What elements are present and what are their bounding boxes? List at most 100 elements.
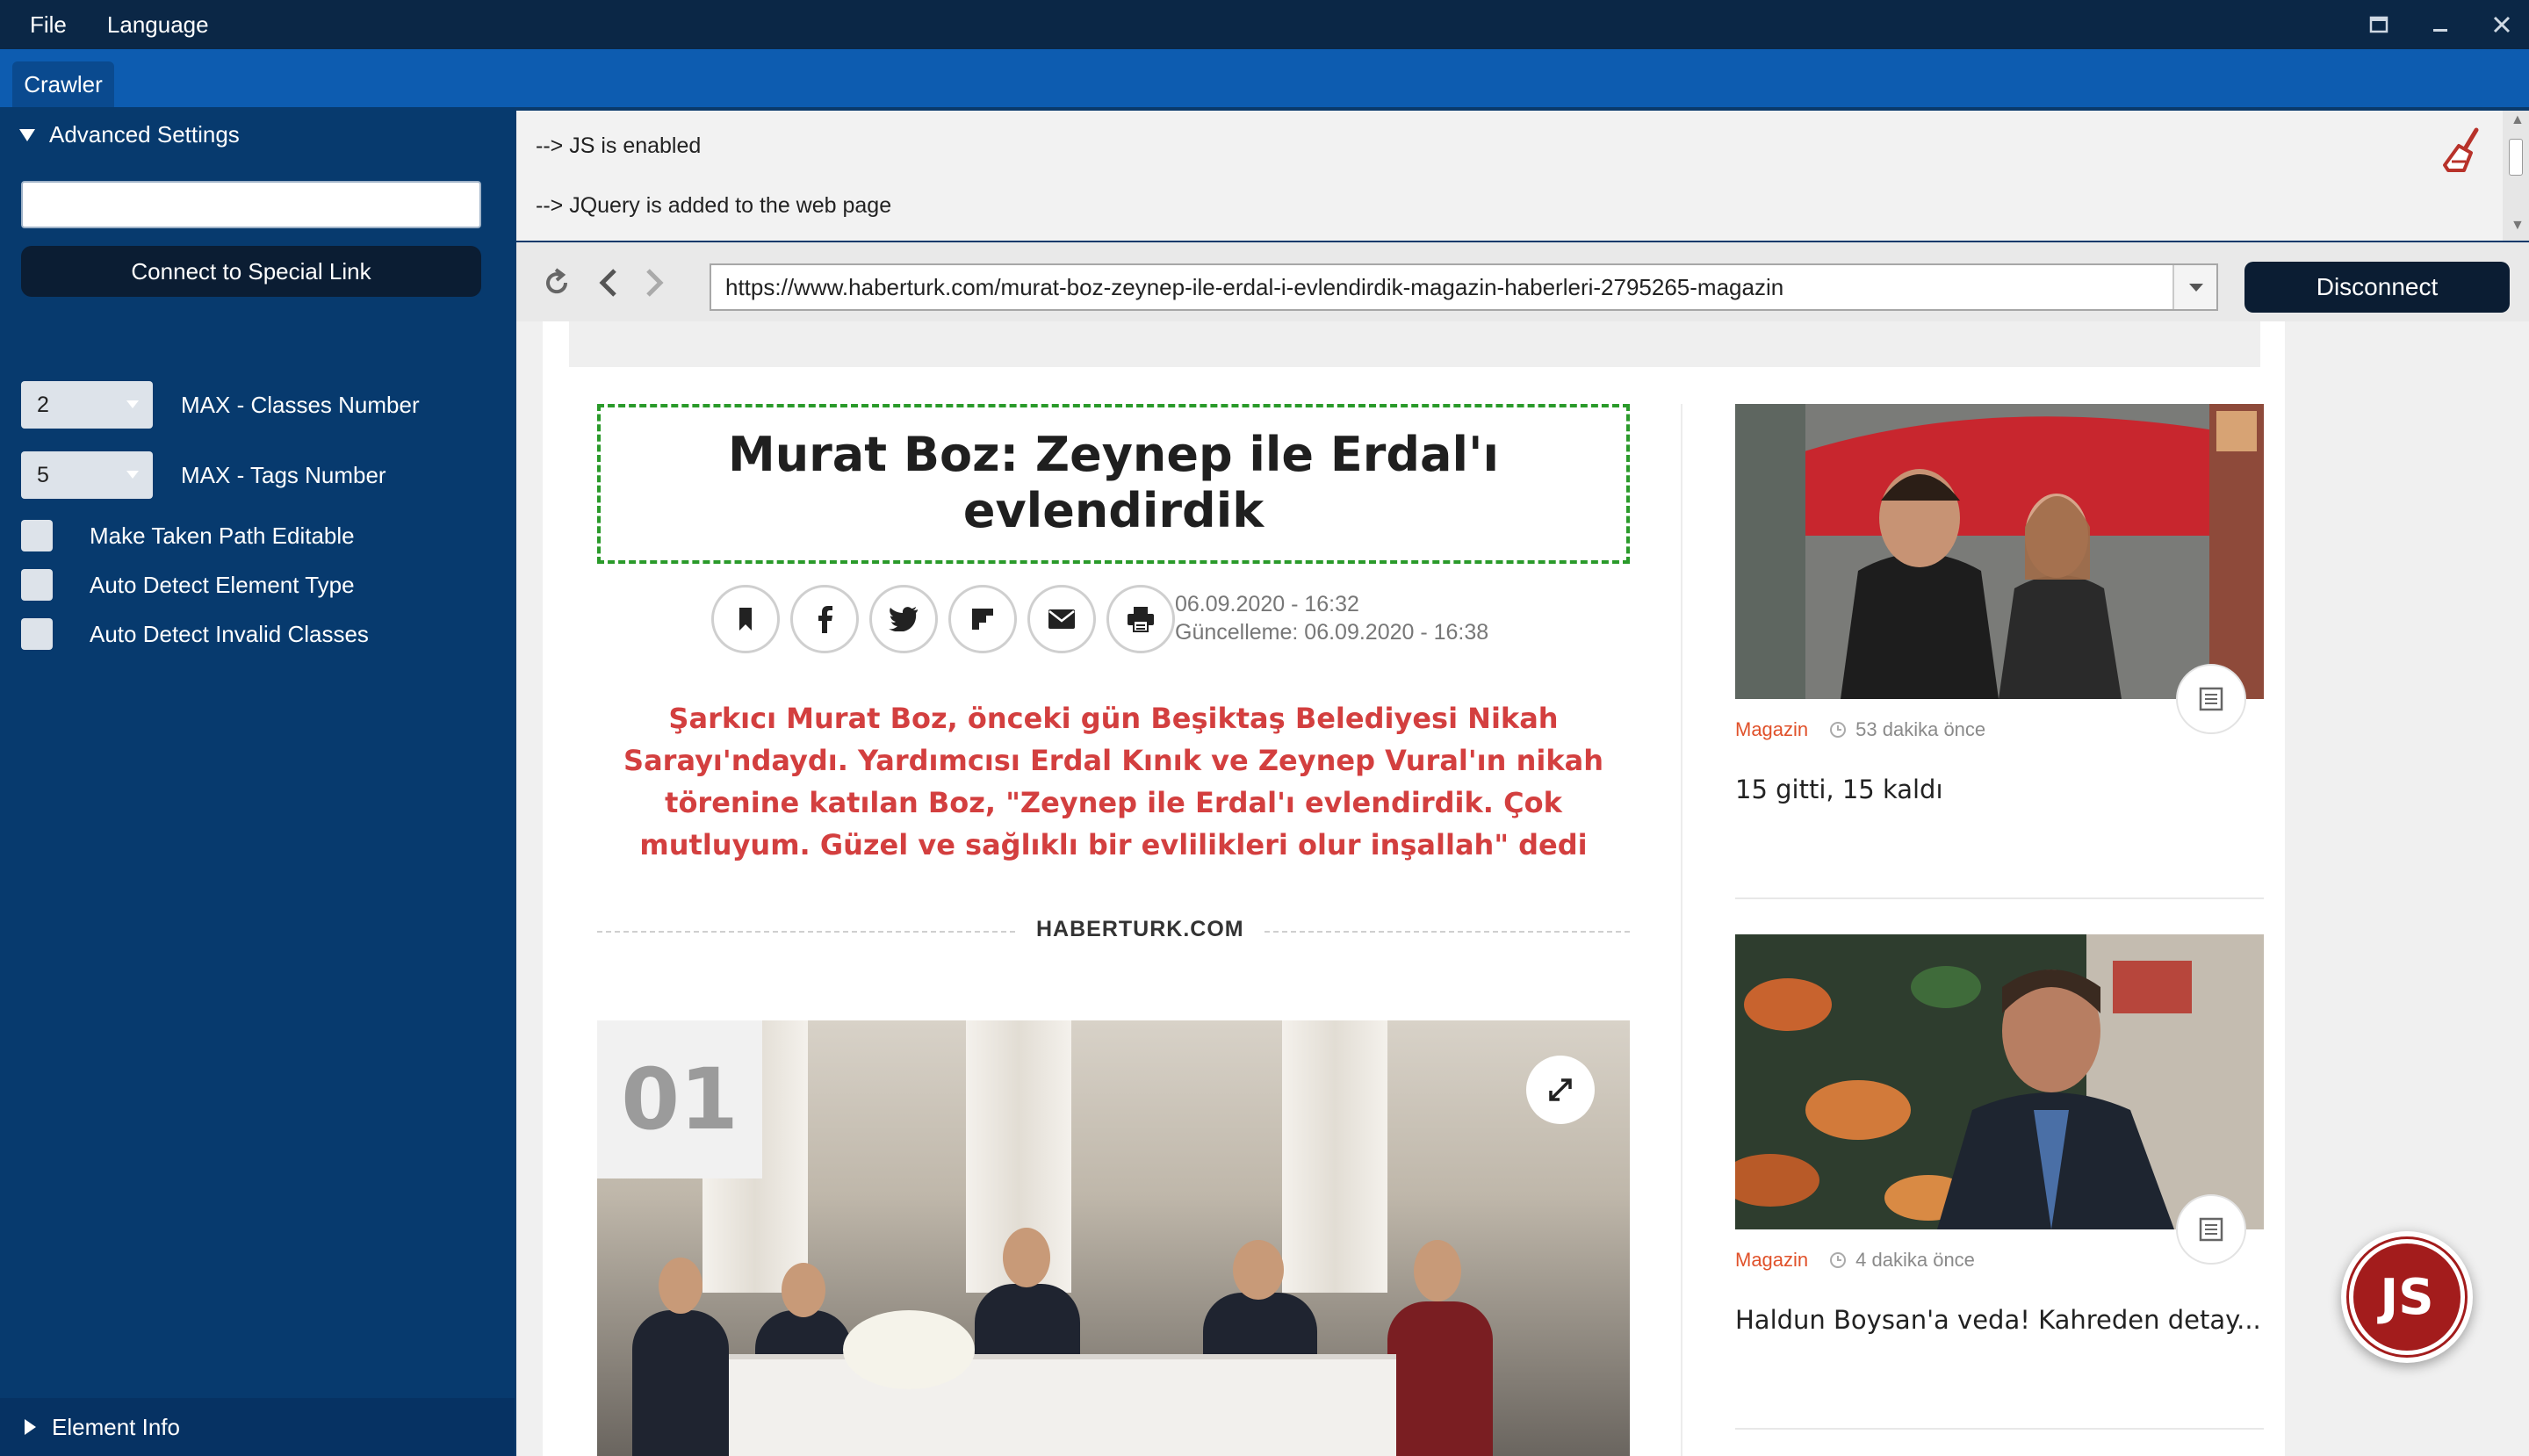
card-category[interactable]: Magazin	[1735, 1249, 1808, 1272]
article-source: HABERTURK.COM	[1017, 917, 1264, 942]
max-classes-value: 2	[37, 392, 49, 417]
max-tags-spinner[interactable]: 5	[21, 451, 153, 499]
card-image[interactable]	[1735, 404, 2264, 699]
person-head	[1233, 1240, 1284, 1300]
gallery-number: 01	[597, 1020, 762, 1178]
article-icon[interactable]	[2176, 1194, 2246, 1265]
card-meta: Magazin 4 dakika önce	[1735, 1249, 1975, 1272]
clock-icon	[1830, 722, 1847, 738]
expand-icon[interactable]	[1526, 1056, 1595, 1124]
url-input[interactable]: https://www.haberturk.com/murat-boz-zeyn…	[710, 263, 2218, 311]
menu-file[interactable]: File	[30, 11, 67, 39]
person-head	[659, 1258, 702, 1314]
auto-detect-type-label: Auto Detect Element Type	[90, 571, 355, 598]
triangle-down-icon	[19, 128, 35, 141]
print-icon[interactable]	[1106, 585, 1175, 653]
js-badge-label: JS	[2346, 1236, 2468, 1358]
email-icon[interactable]	[1027, 585, 1096, 653]
person-head	[782, 1263, 825, 1317]
log-line: --> JQuery is added to the web page	[536, 193, 892, 218]
triangle-right-icon	[25, 1419, 36, 1435]
log-panel: --> JS is enabled --> JQuery is added to…	[516, 111, 2529, 241]
flowers	[843, 1310, 975, 1389]
advanced-settings-label: Advanced Settings	[49, 121, 240, 148]
person	[1387, 1301, 1493, 1456]
card-time: 53 dakika önce	[1855, 718, 1986, 740]
make-path-editable-checkbox[interactable]	[21, 520, 53, 551]
column-divider	[1681, 404, 1682, 1456]
share-buttons	[711, 585, 1175, 653]
card-image[interactable]	[1735, 934, 2264, 1229]
wedding-table	[729, 1354, 1396, 1456]
gallery-image[interactable]: 01	[597, 1020, 1630, 1456]
twitter-icon[interactable]	[869, 585, 938, 653]
reload-icon[interactable]	[539, 265, 574, 300]
menu-bar: File Language	[0, 0, 2529, 49]
tab-crawler[interactable]: Crawler	[12, 61, 114, 107]
back-icon[interactable]	[592, 265, 627, 300]
page-content: Murat Boz: Zeynep ile Erdal'ı evlendirdi…	[543, 321, 2285, 1456]
minimize-icon[interactable]	[2429, 13, 2452, 36]
flipboard-icon[interactable]	[948, 585, 1017, 653]
make-path-editable-option[interactable]: Make Taken Path Editable	[21, 520, 355, 551]
make-path-editable-label: Make Taken Path Editable	[90, 522, 355, 549]
article-title-box[interactable]: Murat Boz: Zeynep ile Erdal'ı evlendirdi…	[597, 404, 1630, 564]
menu-language[interactable]: Language	[107, 11, 209, 39]
element-info-toggle[interactable]: Element Info	[0, 1398, 515, 1456]
bookmark-icon[interactable]	[711, 585, 780, 653]
card-meta: Magazin 53 dakika önce	[1735, 718, 1985, 741]
person-head	[1003, 1228, 1050, 1287]
browser-nav-bar: https://www.haberturk.com/murat-boz-zeyn…	[516, 242, 2529, 321]
article-title: Murat Boz: Zeynep ile Erdal'ı evlendirdi…	[727, 427, 1500, 538]
publish-date: 06.09.2020 - 16:32	[1175, 592, 1359, 616]
update-date: Güncelleme: 06.09.2020 - 16:38	[1175, 620, 1489, 645]
card-time: 4 dakika önce	[1855, 1249, 1975, 1271]
broom-icon[interactable]	[2439, 126, 2487, 177]
auto-detect-type-option[interactable]: Auto Detect Element Type	[21, 569, 355, 601]
person-head	[1414, 1240, 1461, 1301]
scroll-thumb[interactable]	[2509, 139, 2523, 176]
scroll-down-icon[interactable]: ▼	[2511, 218, 2525, 234]
connect-special-link-button[interactable]: Connect to Special Link	[21, 246, 481, 297]
element-info-label: Element Info	[52, 1413, 180, 1440]
special-link-input[interactable]	[21, 181, 481, 228]
tab-bar: Crawler	[0, 49, 2529, 107]
max-tags-value: 5	[37, 462, 49, 487]
max-classes-label: MAX - Classes Number	[181, 392, 420, 418]
window-controls	[2367, 0, 2513, 49]
maximize-icon[interactable]	[2367, 13, 2390, 36]
auto-detect-invalid-checkbox[interactable]	[21, 618, 53, 650]
web-view[interactable]: Murat Boz: Zeynep ile Erdal'ı evlendirdi…	[516, 321, 2529, 1456]
url-history-dropdown[interactable]	[2172, 265, 2216, 309]
chevron-down-icon	[126, 400, 139, 408]
disconnect-button[interactable]: Disconnect	[2244, 262, 2510, 313]
advanced-settings-toggle[interactable]: Advanced Settings	[19, 121, 240, 148]
auto-detect-invalid-label: Auto Detect Invalid Classes	[90, 620, 369, 647]
close-icon[interactable]	[2490, 13, 2513, 36]
curtain	[1282, 1020, 1387, 1293]
clock-icon	[1830, 1252, 1847, 1268]
card-title[interactable]: Haldun Boysan'a veda! Kahreden detay...	[1735, 1305, 2261, 1335]
article-spot: Şarkıcı Murat Boz, önceki gün Beşiktaş B…	[623, 702, 1603, 861]
auto-detect-type-checkbox[interactable]	[21, 569, 53, 601]
js-badge[interactable]: JS	[2341, 1231, 2473, 1363]
article-dates: 06.09.2020 - 16:32 Güncelleme: 06.09.202…	[1175, 590, 1488, 646]
article-icon[interactable]	[2176, 664, 2246, 734]
settings-sidebar: Advanced Settings Connect to Special Lin…	[0, 107, 515, 1456]
person	[632, 1310, 729, 1456]
chevron-down-icon	[126, 471, 139, 479]
card-separator	[1735, 897, 2264, 899]
card-title[interactable]: 15 gitti, 15 kaldı	[1735, 775, 1943, 804]
url-text: https://www.haberturk.com/murat-boz-zeyn…	[725, 273, 1784, 300]
auto-detect-invalid-option[interactable]: Auto Detect Invalid Classes	[21, 618, 369, 650]
header-strip	[569, 321, 2260, 367]
card-separator	[1735, 1428, 2264, 1430]
log-scrollbar[interactable]: ▲ ▼	[2503, 111, 2529, 241]
log-line: --> JS is enabled	[536, 133, 702, 158]
max-classes-spinner[interactable]: 2	[21, 381, 153, 429]
max-tags-label: MAX - Tags Number	[181, 462, 386, 488]
forward-icon[interactable]	[636, 265, 671, 300]
scroll-up-icon[interactable]: ▲	[2511, 112, 2525, 128]
facebook-icon[interactable]	[790, 585, 859, 653]
card-category[interactable]: Magazin	[1735, 718, 1808, 741]
